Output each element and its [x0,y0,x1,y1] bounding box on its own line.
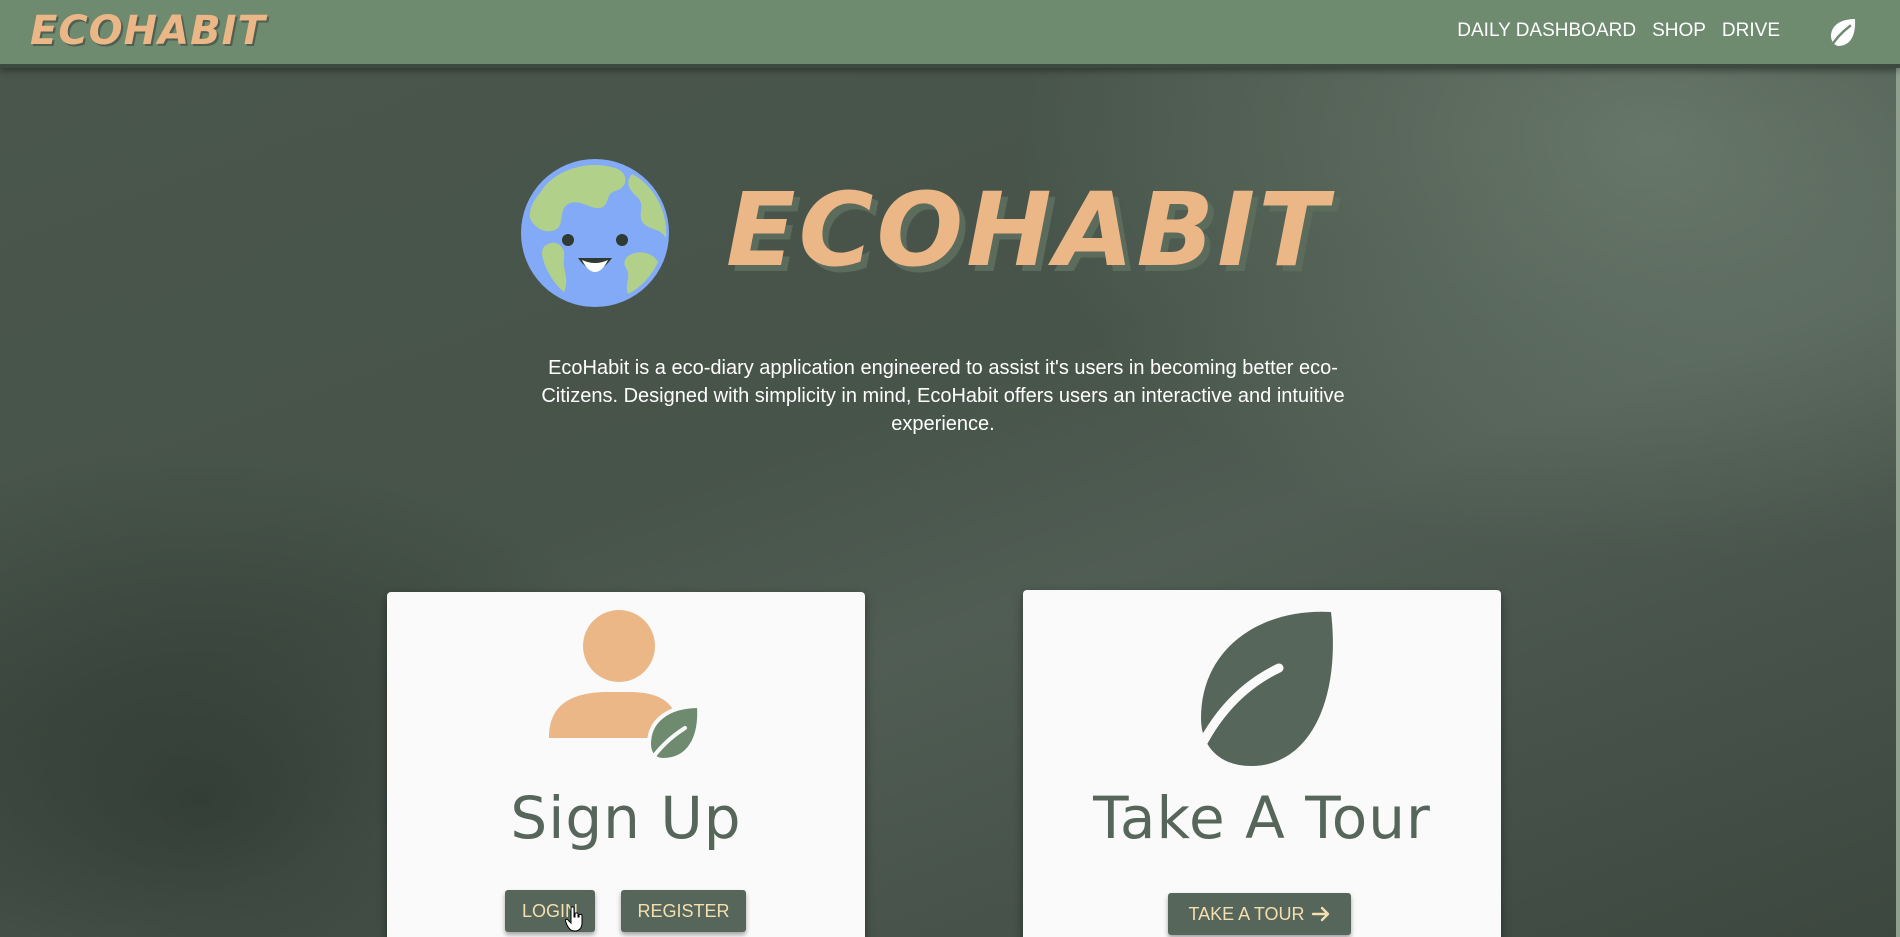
navbar-brand-logo[interactable]: ECOHABIT [30,8,266,54]
leaf-icon [1186,611,1333,768]
navbar: ECOHABIT DAILY DASHBOARD SHOP DRIVE [0,0,1900,68]
smiling-globe-icon [521,159,669,307]
scrollbar[interactable] [1896,0,1900,937]
hand-cursor-icon [565,906,583,932]
hero-title: ECOHABIT [726,171,1331,290]
register-button[interactable]: REGISTER [621,890,746,932]
signup-card: Sign Up LOGIN REGISTER [387,592,865,937]
nav-link-daily-dashboard[interactable]: DAILY DASHBOARD [1457,20,1636,42]
page-background: ECOHABIT DAILY DASHBOARD SHOP DRIVE ECOH… [0,0,1900,937]
take-a-tour-label: TAKE A TOUR [1188,903,1305,924]
arrow-right-icon [1311,906,1329,922]
hero-description: EcoHabit is a eco-diary application engi… [541,357,1345,435]
nav-link-shop[interactable]: SHOP [1652,20,1706,42]
tour-card-title: Take A Tour [1093,784,1431,852]
nav-link-drive[interactable]: DRIVE [1722,20,1780,42]
leaf-icon[interactable] [1826,16,1860,50]
nav-links: DAILY DASHBOARD SHOP DRIVE [1457,20,1780,42]
user-leaf-icon [549,610,702,768]
take-a-tour-button[interactable]: TAKE A TOUR [1168,893,1351,935]
signup-card-title: Sign Up [510,784,742,852]
tour-card: Take A Tour TAKE A TOUR [1023,590,1501,937]
